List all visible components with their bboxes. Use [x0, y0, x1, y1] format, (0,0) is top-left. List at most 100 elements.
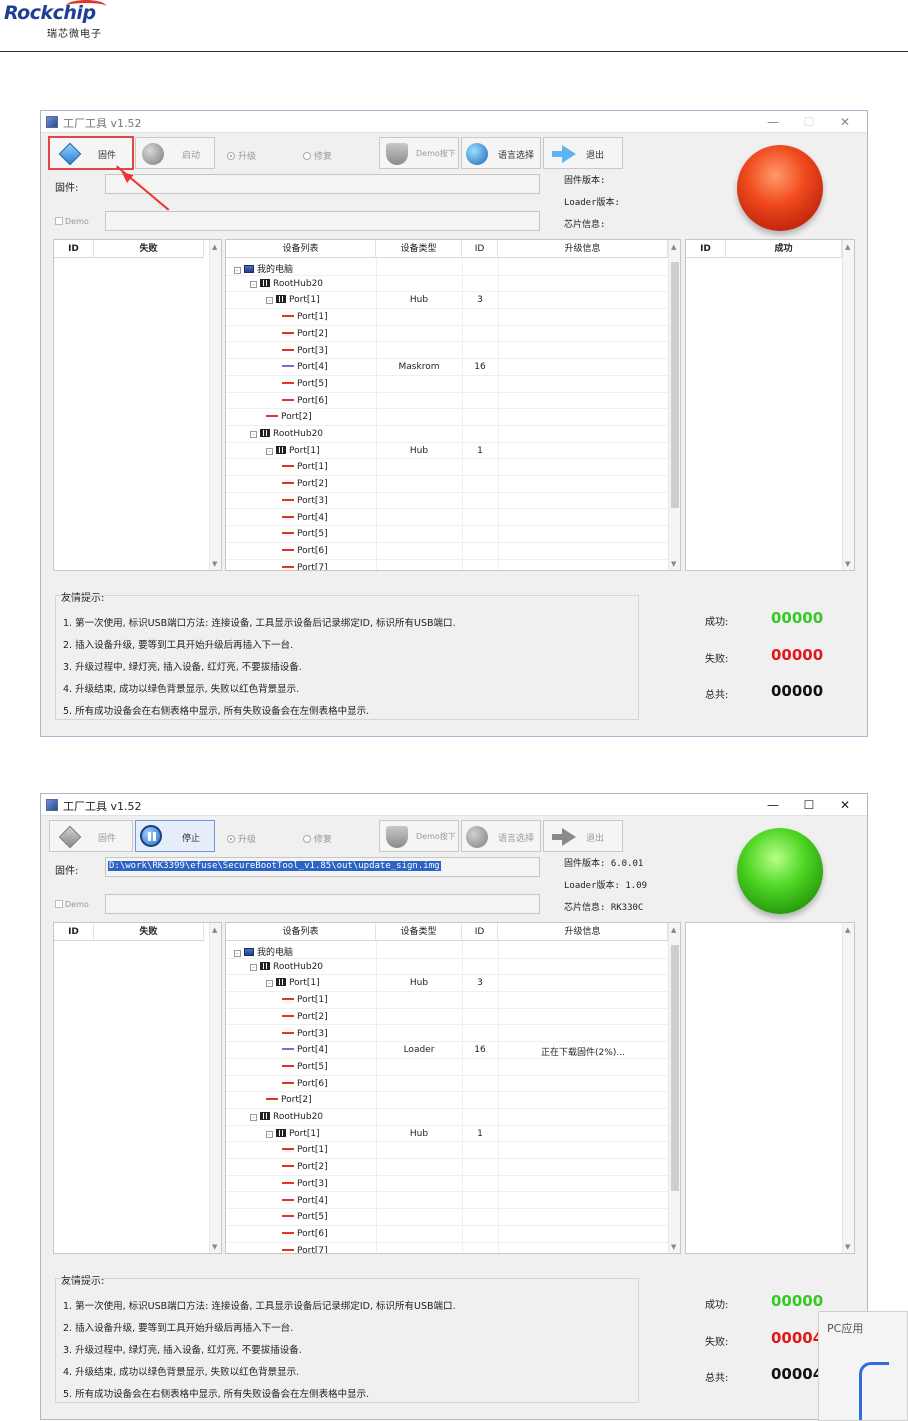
- tree-row[interactable]: - RootHub20: [226, 276, 668, 293]
- demo-checkbox[interactable]: Demo: [55, 900, 89, 909]
- tip-line: 2. 插入设备升级, 要等到工具开始升级后再插入下一台.: [63, 1323, 294, 1334]
- tree-row[interactable]: Port[4] Maskrom 16: [226, 359, 668, 376]
- upgrade-radio[interactable]: 升级: [227, 149, 256, 162]
- upgrade-radio[interactable]: 升级: [227, 832, 256, 845]
- tree-row[interactable]: Port[6]: [226, 393, 668, 410]
- fail-scrollbar[interactable]: ▲ ▼: [209, 923, 221, 1253]
- tree-node-name: Port[6]: [282, 546, 328, 556]
- tree-cell-id: 3: [477, 295, 483, 306]
- tree-row[interactable]: - RootHub20: [226, 959, 668, 976]
- fail-scrollbar[interactable]: ▲ ▼: [209, 240, 221, 570]
- tree-cell-id: 1: [477, 1128, 483, 1139]
- language-button[interactable]: 语言选择: [461, 137, 541, 169]
- tree-row[interactable]: Port[6]: [226, 1076, 668, 1093]
- close-icon[interactable]: ✕: [827, 796, 863, 814]
- maximize-icon: ☐: [803, 115, 815, 129]
- minimize-icon[interactable]: —: [755, 113, 791, 131]
- tree-col-device-type: 设备类型: [376, 240, 462, 258]
- tree-expander-icon[interactable]: -: [250, 431, 257, 438]
- tree-row[interactable]: - 我的电脑: [226, 942, 668, 959]
- tree-row[interactable]: Port[7]: [226, 560, 668, 570]
- close-icon[interactable]: ✕: [827, 113, 863, 131]
- tree-node-name: Port[1]: [282, 312, 328, 322]
- firmware-button[interactable]: 固件: [49, 820, 133, 852]
- success-scrollbar[interactable]: ▲ ▼: [842, 240, 854, 570]
- tree-row[interactable]: Port[2]: [226, 476, 668, 493]
- tree-row[interactable]: Port[1]: [226, 1142, 668, 1160]
- repair-radio[interactable]: 修复: [303, 832, 332, 845]
- minimize-icon[interactable]: —: [755, 796, 791, 814]
- tree-row[interactable]: Port[1]: [226, 992, 668, 1009]
- tree-row[interactable]: Port[5]: [226, 1059, 668, 1076]
- demo-field[interactable]: [105, 211, 540, 231]
- demo-button-label: Demo按下: [416, 149, 456, 158]
- tree-expander-icon[interactable]: -: [250, 963, 257, 971]
- tree-row[interactable]: - Port[1] Hub 1: [226, 443, 668, 460]
- tree-row[interactable]: - RootHub20: [226, 426, 668, 443]
- firmware-path-field[interactable]: [105, 174, 540, 194]
- demo-checkbox[interactable]: Demo: [55, 217, 89, 226]
- tree-row[interactable]: - 我的电脑: [226, 259, 668, 276]
- tree-expander-icon[interactable]: -: [250, 280, 257, 288]
- start-button[interactable]: 启动: [135, 137, 215, 169]
- tree-row[interactable]: Port[3]: [226, 1176, 668, 1193]
- tree-row[interactable]: Port[2]: [226, 326, 668, 343]
- tree-expander-icon[interactable]: -: [266, 297, 273, 305]
- exit-button[interactable]: 退出: [543, 820, 623, 852]
- tree-row[interactable]: Port[5]: [226, 526, 668, 543]
- tree-row[interactable]: Port[5]: [226, 376, 668, 393]
- pc-app-popup[interactable]: PC应用: [818, 1311, 908, 1421]
- firmware-path-field[interactable]: D:\work\RK3399\efuse\SecureBootTool_v1.8…: [105, 857, 540, 877]
- tree-expander-icon[interactable]: -: [234, 267, 241, 274]
- demo-button[interactable]: Demo按下: [379, 820, 459, 852]
- tree-row[interactable]: Port[5]: [226, 1209, 668, 1226]
- success-scrollbar[interactable]: ▲ ▼: [842, 923, 854, 1253]
- tree-row[interactable]: Port[6]: [226, 1226, 668, 1243]
- exit-button[interactable]: 退出: [543, 137, 623, 169]
- tree-row[interactable]: - Port[1] Hub 3: [226, 292, 668, 310]
- tree-expander-icon[interactable]: -: [250, 1114, 257, 1121]
- tree-row[interactable]: Port[2]: [226, 1092, 668, 1109]
- usb-hub-icon: [260, 278, 270, 287]
- tree-scrollbar[interactable]: ▲ ▼: [668, 923, 680, 1253]
- firmware-button-label: 固件: [98, 834, 117, 844]
- tree-scrollbar[interactable]: ▲ ▼: [668, 240, 680, 570]
- tree-row[interactable]: Port[1]: [226, 459, 668, 477]
- tree-row[interactable]: Port[3]: [226, 1026, 668, 1043]
- tree-row[interactable]: Port[7]: [226, 1243, 668, 1253]
- title-bar: 工厂工具 v1.52 — ☐ ✕: [41, 111, 867, 133]
- tree-row[interactable]: Port[3]: [226, 343, 668, 360]
- tree-row[interactable]: Port[3]: [226, 493, 668, 510]
- tree-row[interactable]: Port[1]: [226, 309, 668, 326]
- tree-expander-icon[interactable]: -: [266, 447, 273, 455]
- tree-node-name: Port[5]: [282, 379, 328, 389]
- tree-node-name: Port[4]: [282, 362, 328, 372]
- firmware-button[interactable]: 固件: [48, 136, 134, 170]
- tree-row[interactable]: Port[4]: [226, 1193, 668, 1210]
- popup-frame-icon: [859, 1362, 889, 1420]
- pc-app-popup-text: PC应用: [827, 1322, 864, 1335]
- tree-cell-type: Loader: [403, 1045, 435, 1056]
- demo-field[interactable]: [105, 894, 540, 914]
- tree-expander-icon[interactable]: -: [234, 950, 241, 957]
- tree-expander-icon[interactable]: -: [266, 980, 273, 988]
- language-button[interactable]: 语言选择: [461, 820, 541, 852]
- tree-row[interactable]: Port[4]: [226, 510, 668, 527]
- tree-row[interactable]: Port[4] Loader 16 正在下载固件(2%)...: [226, 1042, 668, 1059]
- demo-button[interactable]: Demo按下: [379, 137, 459, 169]
- tree-row[interactable]: Port[2]: [226, 1009, 668, 1026]
- tree-expander-icon[interactable]: -: [266, 1130, 273, 1138]
- usb-port-icon: [282, 348, 294, 351]
- tree-row[interactable]: - Port[1] Hub 3: [226, 975, 668, 993]
- stop-button[interactable]: 停止: [135, 820, 215, 852]
- repair-radio[interactable]: 修复: [303, 149, 332, 162]
- usb-port-icon: [282, 532, 294, 535]
- usb-hub-icon: [276, 978, 286, 987]
- tree-row[interactable]: Port[6]: [226, 543, 668, 560]
- tree-row[interactable]: Port[2]: [226, 1159, 668, 1176]
- tree-node-name: Port[1]: [282, 1145, 328, 1155]
- tree-row[interactable]: - Port[1] Hub 1: [226, 1126, 668, 1143]
- fail-count-label: 失败:: [705, 654, 729, 665]
- tree-row[interactable]: Port[2]: [226, 409, 668, 426]
- tree-row[interactable]: - RootHub20: [226, 1109, 668, 1126]
